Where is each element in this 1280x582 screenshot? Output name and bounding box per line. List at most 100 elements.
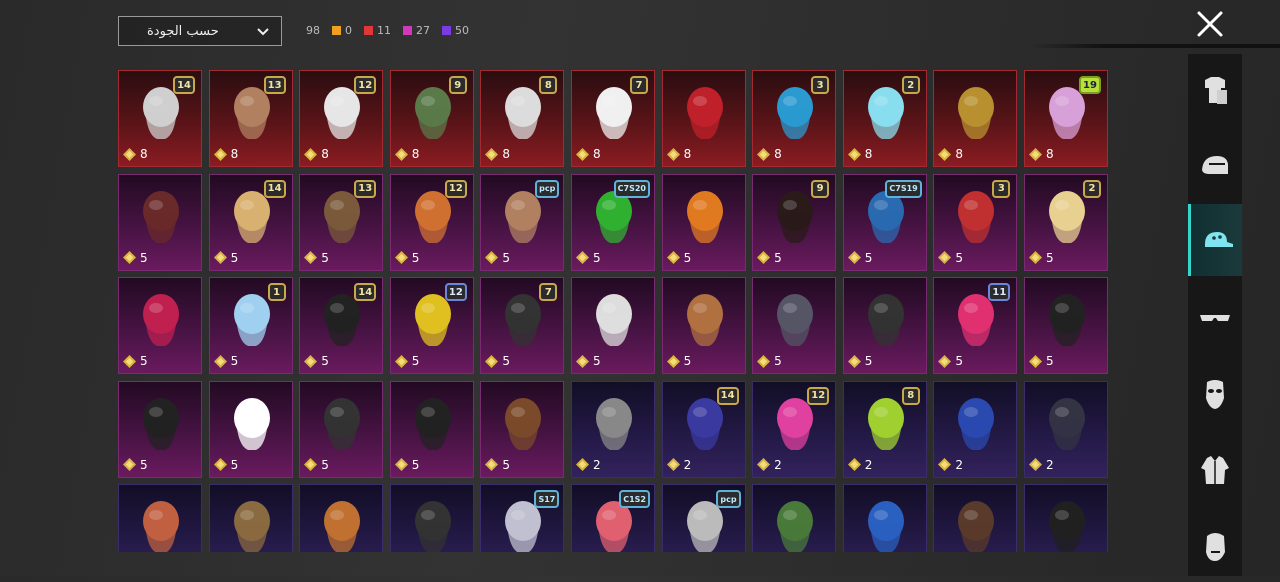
item-count: 5 [938,251,963,265]
item-tile[interactable]: 88 [480,70,565,167]
coin-icon [213,458,227,471]
coin-icon [575,251,589,264]
item-grid-scroll[interactable]: 14 8 13 8 12 8 9 8 8 8 7 8 8 3 8 2 8 8 19 8 5 14 5 13 5 12 5 pcp 5 C7… [118,70,1112,552]
cowboy-hat-icon [686,294,723,346]
jacket-icon [1201,456,1229,484]
item-tile[interactable]: 5 [661,277,746,374]
item-count: 5 [213,354,238,368]
item-tile[interactable]: 5 [842,277,927,374]
item-tile[interactable]: 38 [752,70,837,167]
item-tile[interactable] [208,484,293,552]
item-tile[interactable]: C7S19 5 [842,173,927,271]
item-tile[interactable]: 5 [752,277,837,374]
item-tile[interactable]: 14 5 [208,173,293,271]
item-tile[interactable]: 5 [389,380,474,478]
coin-icon [394,147,408,161]
item-count-value: 5 [955,354,963,368]
item-tile[interactable]: 82 [842,380,927,478]
item-count: 5 [575,251,601,265]
coin-icon [847,354,861,368]
coin-icon [666,147,680,161]
item-tile[interactable] [1023,484,1108,552]
item-tile[interactable]: C7S20 5 [570,173,655,271]
item-count: 5 [394,354,419,368]
item-tile[interactable]: 75 [480,277,565,374]
coin-icon [394,458,408,471]
item-tile[interactable]: S17 [480,484,565,552]
item-tile[interactable]: 5 [118,380,202,478]
item-count: 5 [938,354,963,368]
item-tile[interactable]: 12 5 [389,277,474,374]
category-tab-mask[interactable] [1188,358,1242,430]
item-tile[interactable] [118,484,202,552]
item-tile[interactable]: 2 [570,380,655,478]
level-badge: 12 [354,76,377,94]
item-tile[interactable]: pcp [661,484,746,552]
level-badge: 14 [173,76,195,94]
item-tile[interactable]: 15 [208,277,293,374]
item-count-value: 5 [140,250,148,265]
item-tile[interactable]: 12 2 [752,380,837,478]
item-tile[interactable] [842,484,927,552]
item-tile[interactable]: 5 [118,277,202,374]
category-tab-helmet[interactable] [1188,130,1242,202]
item-tile[interactable]: 19 8 [1023,70,1108,167]
category-tab-outfit[interactable] [1188,54,1242,126]
sort-dropdown[interactable]: حسب الجودة [118,16,282,46]
item-tile[interactable]: 2 [933,380,1018,478]
item-tile[interactable]: 78 [570,70,655,167]
item-count: 5 [485,251,510,265]
item-tile[interactable] [933,484,1018,552]
item-count-value: 5 [230,457,239,472]
item-tile[interactable]: 8 [661,70,746,167]
item-tile[interactable] [299,484,384,552]
item-count: 5 [485,354,510,368]
item-tile[interactable]: 13 5 [299,173,384,271]
white-bow-icon [233,397,270,450]
braided-hair-icon [233,501,270,552]
item-tile[interactable]: C1S2 [570,484,655,552]
close-button[interactable] [1194,8,1226,40]
item-tile[interactable]: 13 8 [208,70,293,167]
item-tile[interactable]: 5 [1023,277,1108,374]
item-tile[interactable]: 14 8 [118,70,202,167]
level-badge: 2 [901,76,920,94]
category-tab-face[interactable] [1188,510,1242,582]
face-icon [1206,533,1225,561]
item-tile[interactable]: 35 [933,173,1018,271]
category-tab-glasses[interactable] [1188,282,1242,354]
item-tile[interactable]: 12 5 [389,173,474,271]
item-tile[interactable] [752,484,837,552]
item-tile[interactable]: 5 [480,380,565,478]
item-tile[interactable]: 5 [208,380,293,478]
item-tile[interactable]: 14 2 [661,380,746,478]
level-badge: 9 [448,76,467,94]
item-tile[interactable]: 8 [933,70,1018,167]
stat-purple-value: 50 [455,24,469,37]
category-tab-cap[interactable] [1188,204,1242,276]
item-count: 5 [123,354,148,368]
item-tile[interactable]: 11 5 [933,277,1018,374]
item-count-value: 2 [774,457,782,472]
item-tile[interactable]: 5 [570,277,655,374]
coin-icon [123,147,136,161]
item-count-value: 8 [955,147,963,161]
level-badge: pcp [716,490,741,508]
item-tile[interactable]: 5 [661,173,746,271]
item-count: 5 [394,251,419,265]
item-tile[interactable]: 2 [1023,380,1108,478]
stat-pink-value: 27 [416,24,430,37]
item-tile[interactable] [389,484,474,552]
item-tile[interactable]: 14 5 [299,277,384,374]
item-tile[interactable]: 25 [1023,173,1108,271]
coin-icon [394,354,408,368]
item-tile[interactable]: 12 8 [299,70,384,167]
item-tile[interactable]: 5 [118,173,202,271]
category-tab-jacket[interactable] [1188,434,1242,506]
item-tile[interactable]: pcp 5 [480,173,565,271]
item-tile[interactable]: 95 [752,173,837,271]
item-tile[interactable]: 28 [842,70,927,167]
item-tile[interactable]: 5 [299,380,384,478]
item-tile[interactable]: 98 [389,70,474,167]
item-count: 5 [666,354,691,368]
